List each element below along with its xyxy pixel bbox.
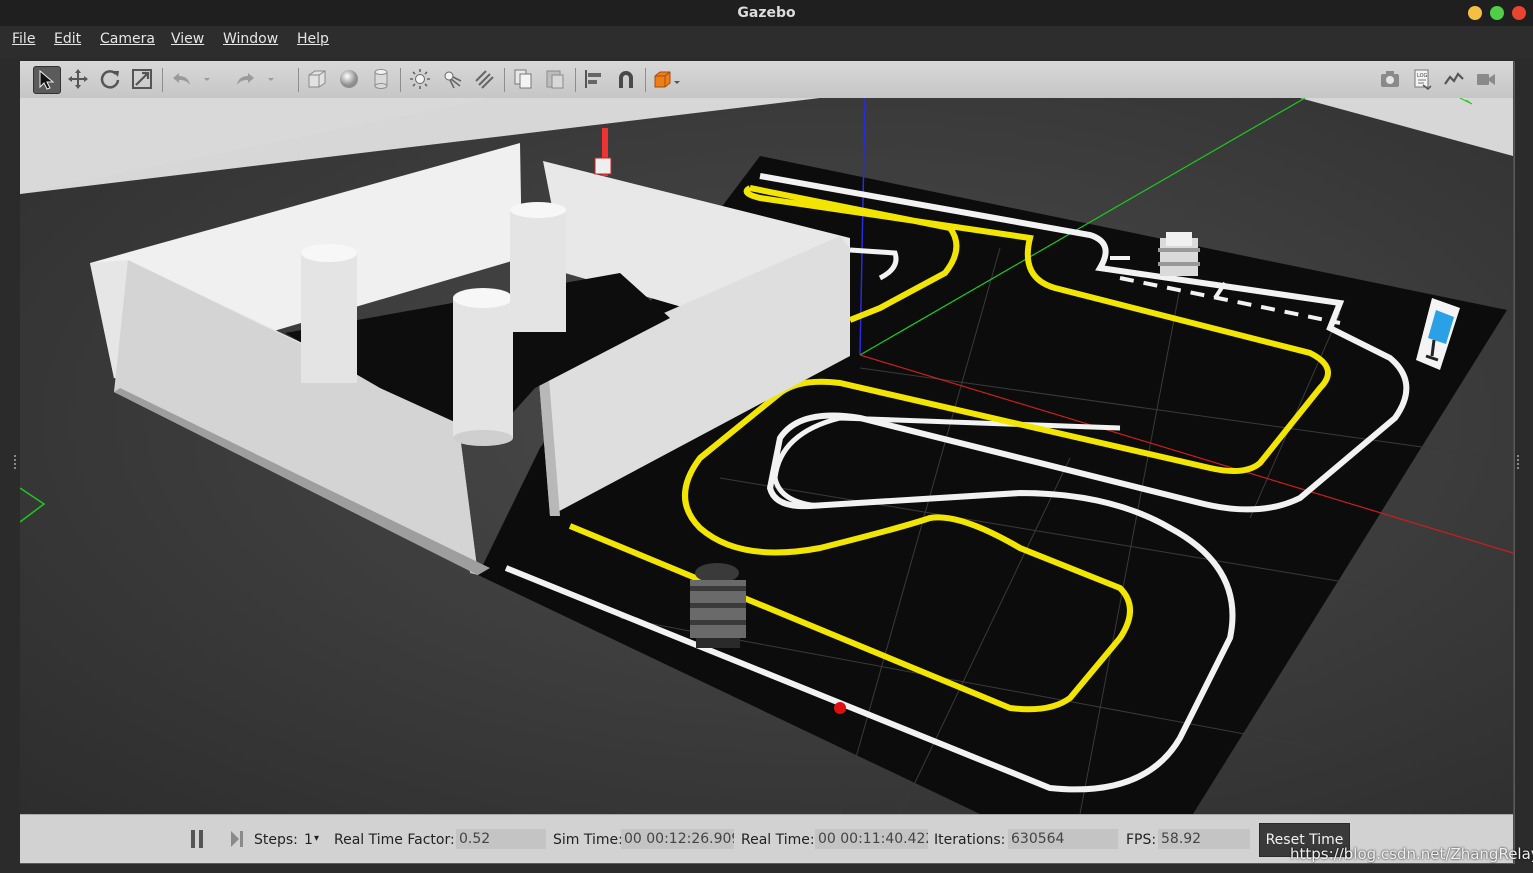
- steps-label: Steps:: [254, 832, 298, 848]
- translate-icon[interactable]: [65, 66, 91, 92]
- sphere-icon[interactable]: [336, 66, 362, 92]
- rotate-icon[interactable]: [97, 66, 123, 92]
- menu-window[interactable]: Window: [223, 31, 278, 47]
- copy-icon[interactable]: [510, 66, 536, 92]
- robot-far: [1158, 232, 1200, 276]
- spot-light-icon[interactable]: [439, 66, 465, 92]
- iterations-label: Iterations:: [934, 832, 1006, 848]
- sim-time-value: 00 00:12:26.909: [621, 829, 734, 849]
- view-angle-icon[interactable]: [650, 66, 684, 92]
- real-time-label: Real Time:: [741, 832, 815, 848]
- robot-near: [690, 563, 746, 648]
- real-time-value: 00 00:11:40.422: [815, 829, 928, 849]
- cylinder-1: [301, 253, 357, 383]
- directional-light-icon[interactable]: [471, 66, 497, 92]
- align-icon[interactable]: [581, 66, 607, 92]
- menu-bar: File Edit Camera View Window Help: [0, 26, 1533, 58]
- snap-icon[interactable]: [613, 66, 639, 92]
- steps-value[interactable]: 1: [304, 832, 313, 848]
- plot-icon[interactable]: [1441, 66, 1467, 92]
- goal-marker: [834, 702, 846, 714]
- paste-icon[interactable]: [542, 66, 568, 92]
- right-panel-handle[interactable]: [1517, 455, 1521, 469]
- log-icon[interactable]: LOG: [1409, 66, 1435, 92]
- pause-icon[interactable]: [190, 830, 204, 848]
- undo-dropdown-icon[interactable]: [200, 66, 214, 92]
- redo-dropdown-icon[interactable]: [264, 66, 278, 92]
- left-panel-handle[interactable]: [14, 455, 18, 469]
- fps-label: FPS:: [1126, 832, 1157, 848]
- cylinder-3: [510, 210, 566, 332]
- menu-view[interactable]: View: [171, 31, 204, 47]
- steps-dropdown-icon[interactable]: ▾: [314, 833, 319, 844]
- cylinder-icon[interactable]: [368, 66, 394, 92]
- menu-camera[interactable]: Camera: [100, 31, 155, 47]
- scene-viewport[interactable]: [19, 97, 1514, 815]
- maximize-button[interactable]: [1490, 6, 1504, 20]
- watermark-text: https://blog.csdn.net/ZhangRelay: [1290, 845, 1533, 863]
- box-icon[interactable]: [304, 66, 330, 92]
- close-button[interactable]: [1512, 6, 1526, 20]
- minimize-button[interactable]: [1468, 6, 1482, 20]
- undo-icon[interactable]: [169, 66, 195, 92]
- cylinder-2: [453, 298, 513, 438]
- rtf-label: Real Time Factor:: [334, 832, 455, 848]
- menu-edit[interactable]: Edit: [54, 31, 81, 47]
- window-title: Gazebo: [737, 5, 796, 21]
- record-video-icon[interactable]: [1473, 66, 1499, 92]
- window-titlebar: Gazebo: [0, 0, 1533, 26]
- redo-icon[interactable]: [232, 66, 258, 92]
- select-arrow-icon[interactable]: [33, 66, 61, 94]
- menu-help[interactable]: Help: [297, 31, 329, 47]
- menu-file[interactable]: File: [12, 31, 35, 47]
- rtf-value: 0.52: [456, 829, 546, 849]
- step-icon[interactable]: [230, 830, 244, 848]
- screenshot-icon[interactable]: [1377, 66, 1403, 92]
- fps-value: 58.92: [1158, 829, 1250, 849]
- scale-icon[interactable]: [129, 66, 155, 92]
- scene-render: [19, 97, 1514, 815]
- toolbar: LOG: [20, 61, 1513, 99]
- point-light-icon[interactable]: [407, 66, 433, 92]
- sim-time-label: Sim Time:: [553, 832, 623, 848]
- svg-text:LOG: LOG: [1417, 73, 1428, 79]
- iterations-value: 630564: [1008, 829, 1118, 849]
